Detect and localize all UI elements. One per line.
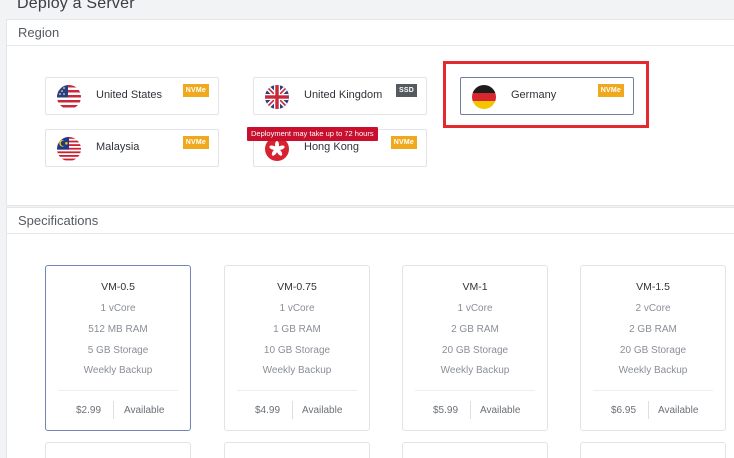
region-card-united-states[interactable]: United States NVMe bbox=[45, 77, 219, 115]
plan-divider bbox=[58, 390, 178, 391]
plan-status: Available bbox=[302, 405, 343, 416]
plan-status: Available bbox=[124, 405, 165, 416]
plan-card-vm-0-5[interactable]: VM-0.5 1 vCore 512 MB RAM 5 GB Storage W… bbox=[45, 265, 191, 431]
plan-status: Available bbox=[658, 405, 699, 416]
plan-cores: 1 vCore bbox=[100, 303, 136, 314]
plan-price: $4.99 bbox=[255, 405, 281, 416]
storage-badge: NVMe bbox=[390, 136, 417, 149]
plan-price: $5.99 bbox=[433, 405, 459, 416]
plan-cores: 1 vCore bbox=[457, 303, 493, 314]
storage-badge: NVMe bbox=[182, 84, 209, 97]
storage-badge: SSD bbox=[396, 84, 417, 97]
plan-name: VM-1 bbox=[462, 281, 488, 293]
price-separator bbox=[292, 401, 293, 419]
storage-badge: NVMe bbox=[182, 136, 209, 149]
specifications-heading: Specifications bbox=[7, 208, 734, 234]
plan-storage: 20 GB Storage bbox=[441, 345, 509, 356]
uk-flag-icon bbox=[265, 85, 289, 109]
plan-divider bbox=[237, 390, 357, 391]
us-flag-icon bbox=[57, 85, 81, 109]
plan-price: $6.95 bbox=[611, 405, 637, 416]
region-card-germany[interactable]: Germany NVMe bbox=[460, 77, 634, 115]
plan-divider bbox=[593, 390, 713, 391]
price-separator bbox=[470, 401, 471, 419]
plan-card-vm-1[interactable]: VM-1 1 vCore 2 GB RAM 20 GB Storage Week… bbox=[402, 265, 548, 431]
plan-cores: 1 vCore bbox=[279, 303, 315, 314]
plan-storage: 20 GB Storage bbox=[619, 345, 687, 356]
plan-card-vm-0-75[interactable]: VM-0.75 1 vCore 1 GB RAM 10 GB Storage W… bbox=[224, 265, 370, 431]
plan-card-partial[interactable] bbox=[224, 442, 370, 458]
plan-ram: 1 GB RAM bbox=[273, 324, 321, 335]
plan-cores: 2 vCore bbox=[635, 303, 671, 314]
plan-status: Available bbox=[480, 405, 521, 416]
plan-divider bbox=[415, 390, 535, 391]
deployment-warning-tooltip: Deployment may take up to 72 hours bbox=[247, 127, 378, 141]
germany-flag-icon bbox=[472, 85, 496, 109]
plan-price: $2.99 bbox=[76, 405, 102, 416]
region-heading: Region bbox=[7, 20, 734, 46]
storage-badge: NVMe bbox=[597, 84, 624, 97]
plan-card-partial[interactable] bbox=[402, 442, 548, 458]
plan-storage: 5 GB Storage bbox=[87, 345, 149, 356]
plan-name: VM-0.5 bbox=[101, 281, 135, 293]
region-name: Malaysia bbox=[96, 141, 140, 153]
plan-card-partial[interactable] bbox=[580, 442, 726, 458]
price-separator bbox=[648, 401, 649, 419]
region-name: United Kingdom bbox=[304, 89, 383, 101]
region-card-united-kingdom[interactable]: United Kingdom SSD bbox=[253, 77, 427, 115]
region-card-malaysia[interactable]: Malaysia NVMe bbox=[45, 129, 219, 167]
plan-card-vm-1-5[interactable]: VM-1.5 2 vCore 2 GB RAM 20 GB Storage We… bbox=[580, 265, 726, 431]
price-separator bbox=[113, 401, 114, 419]
plan-backup: Weekly Backup bbox=[83, 365, 153, 376]
plan-backup: Weekly Backup bbox=[440, 365, 510, 376]
plan-backup: Weekly Backup bbox=[618, 365, 688, 376]
plan-name: VM-0.75 bbox=[277, 281, 317, 293]
page-title: Deploy a Server bbox=[17, 0, 135, 12]
region-name: Hong Kong bbox=[304, 141, 360, 153]
plan-storage: 10 GB Storage bbox=[263, 345, 331, 356]
plan-name: VM-1.5 bbox=[636, 281, 670, 293]
plan-ram: 2 GB RAM bbox=[451, 324, 499, 335]
plan-ram: 2 GB RAM bbox=[629, 324, 677, 335]
malaysia-flag-icon bbox=[57, 137, 81, 161]
region-name: Germany bbox=[511, 89, 557, 101]
region-name: United States bbox=[96, 89, 163, 101]
plan-card-partial[interactable] bbox=[45, 442, 191, 458]
plan-ram: 512 MB RAM bbox=[88, 324, 148, 335]
plan-backup: Weekly Backup bbox=[262, 365, 332, 376]
